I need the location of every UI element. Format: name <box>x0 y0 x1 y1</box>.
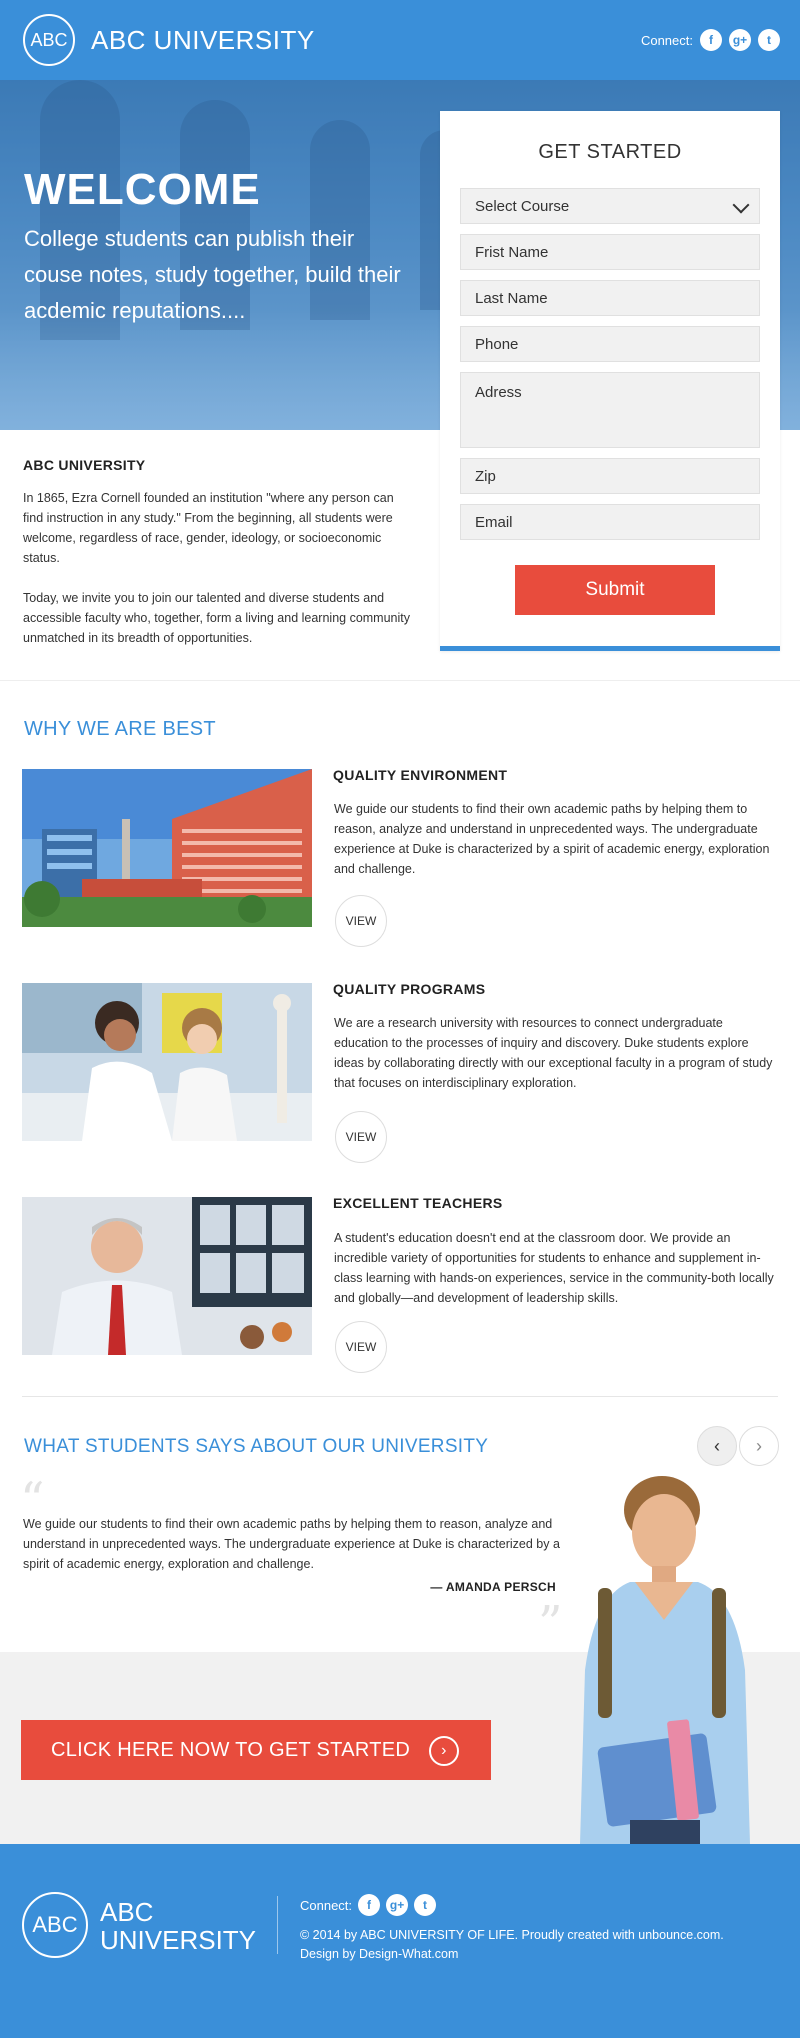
hero-tagline: College students can publish their couse… <box>24 226 401 323</box>
programs-image <box>22 983 312 1141</box>
get-started-button[interactable]: CLICK HERE NOW TO GET STARTED › <box>21 1720 491 1780</box>
section-divider <box>22 1396 778 1397</box>
view-button[interactable]: VIEW <box>335 1321 387 1373</box>
address-field[interactable]: Adress <box>460 372 760 448</box>
footer-connect-label: Connect: <box>300 1897 353 1913</box>
feature-text: We are a research university with resour… <box>334 1016 773 1090</box>
view-button[interactable]: VIEW <box>335 895 387 947</box>
footer-separator <box>277 1896 278 1954</box>
footer-logo-line: ABC <box>100 1897 154 1927</box>
next-arrow-button[interactable]: › <box>739 1426 779 1466</box>
about-title: ABC UNIVERSITY <box>23 457 146 473</box>
phone-field[interactable]: Phone <box>460 326 760 362</box>
logo-mark[interactable]: ABC <box>23 14 75 66</box>
first-name-field[interactable]: Frist Name <box>460 234 760 270</box>
form-title: GET STARTED <box>538 141 682 163</box>
feature-text: We guide our students to find their own … <box>334 802 770 876</box>
twitter-icon[interactable]: t <box>758 29 780 51</box>
site-header: ABC ABC UNIVERSITY Connect: f g+ t <box>0 0 800 80</box>
social-connect: Connect: f g+ t <box>641 29 780 51</box>
chevron-down-icon <box>732 196 750 214</box>
hero-heading: WELCOME <box>24 165 261 214</box>
feature-heading: QUALITY ENVIRONMENT <box>333 767 508 783</box>
prev-arrow-button[interactable]: ‹ <box>697 1426 737 1466</box>
site-title[interactable]: ABC UNIVERSITY <box>91 25 315 56</box>
view-button[interactable]: VIEW <box>335 1111 387 1163</box>
environment-image <box>22 769 312 927</box>
google-plus-icon[interactable]: g+ <box>729 29 751 51</box>
copyright-text: © 2014 by ABC UNIVERSITY OF LIFE. Proudl… <box>300 1928 724 1942</box>
submit-button[interactable]: Submit <box>515 565 715 615</box>
last-name-field[interactable]: Last Name <box>460 280 760 316</box>
footer-logo-mark[interactable]: ABC <box>22 1892 88 1958</box>
testimonial-title: WHAT STUDENTS SAYS ABOUT OUR UNIVERSITY <box>24 1436 489 1457</box>
twitter-icon[interactable]: t <box>414 1894 437 1916</box>
section-divider <box>0 680 800 681</box>
connect-label: Connect: <box>640 32 693 48</box>
facebook-icon[interactable]: f <box>700 29 722 51</box>
testimonial-text: We guide our students to find their own … <box>23 1517 560 1571</box>
google-plus-icon[interactable]: g+ <box>386 1894 409 1916</box>
chevron-right-icon: › <box>756 1435 762 1456</box>
teachers-image <box>22 1197 312 1355</box>
arrow-right-icon: › <box>429 1736 459 1766</box>
why-title: WHY WE ARE BEST <box>24 718 216 740</box>
email-field[interactable]: Email <box>460 504 760 540</box>
zip-field[interactable]: Zip <box>460 458 760 494</box>
student-photo <box>540 1470 780 1844</box>
feature-heading: EXCELLENT TEACHERS <box>333 1195 503 1211</box>
signup-form: GET STARTED Select Course Frist Name Las… <box>440 111 780 651</box>
about-paragraph: Today, we invite you to join our talente… <box>23 591 410 645</box>
chevron-left-icon: ‹ <box>714 1435 720 1456</box>
feature-text: A student's education doesn't end at the… <box>334 1231 774 1305</box>
site-footer: ABC ABC UNIVERSITY Connect: f g+ t © 201… <box>0 1844 800 2038</box>
cta-label: CLICK HERE NOW TO GET STARTED <box>51 1738 411 1761</box>
course-select-value: Select Course <box>475 197 570 215</box>
facebook-icon[interactable]: f <box>358 1894 381 1916</box>
feature-heading: QUALITY PROGRAMS <box>333 981 486 997</box>
footer-social-connect: Connect: f g+ t <box>300 1894 437 1916</box>
footer-copyright: © 2014 by ABC UNIVERSITY OF LIFE. Proudl… <box>300 1926 724 1964</box>
design-credit[interactable]: Design by Design-What.com <box>300 1945 724 1964</box>
course-select[interactable]: Select Course <box>460 188 760 224</box>
testimonial-author: — AMANDA PERSCH <box>430 1580 556 1594</box>
footer-logo-line: UNIVERSITY <box>100 1925 257 1955</box>
about-paragraph: In 1865, Ezra Cornell founded an institu… <box>23 491 394 565</box>
footer-logo-text[interactable]: ABC UNIVERSITY <box>100 1898 256 1954</box>
